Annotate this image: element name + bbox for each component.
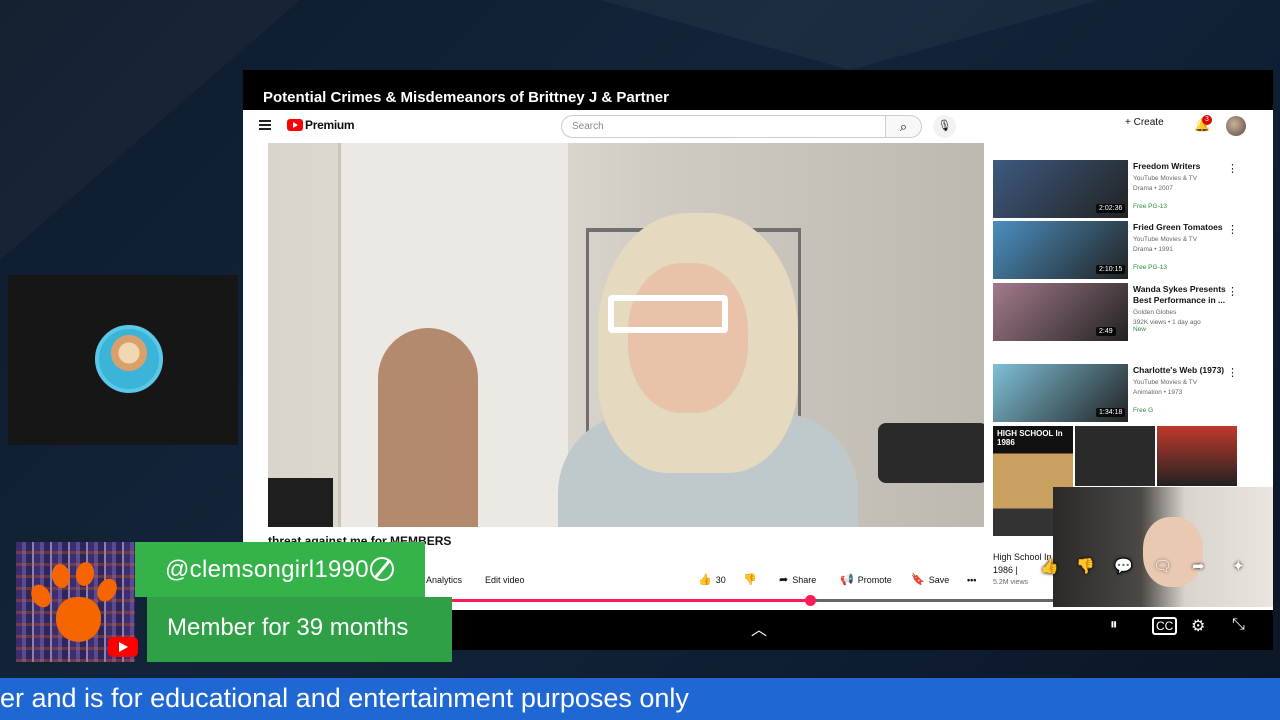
captions-icon[interactable]: CC (1152, 617, 1178, 635)
video-duration: 2:49 (1096, 327, 1116, 336)
background-shape (600, 0, 1100, 70)
like-button[interactable]: 👍 30 (698, 571, 726, 589)
window-title: Potential Crimes & Misdemeanors of Britt… (263, 89, 669, 106)
recommendation-meta: Drama • 1991 (1133, 246, 1173, 253)
profile-avatar[interactable] (1226, 116, 1246, 136)
more-options-icon[interactable]: ⋮ (1227, 223, 1238, 236)
dislike-button[interactable]: 👎 (743, 571, 761, 589)
highschool-thumb-label: HIGH SCHOOL In 1986 (997, 429, 1063, 447)
thumbs-up-icon: 👍 (698, 574, 712, 586)
comment-icon[interactable]: 💬 (1114, 557, 1133, 575)
ticker-bar: er and is for educational and entertainm… (0, 678, 1280, 720)
thumbs-down-icon: 👎 (743, 574, 757, 586)
member-duration: Member for 39 months (167, 614, 409, 641)
microphone-icon[interactable]: 🎙 (933, 115, 956, 138)
video-duration: 2:02:36 (1096, 204, 1126, 213)
paw-toe (27, 581, 55, 611)
settings-gear-icon[interactable]: ⚙ (1191, 616, 1205, 636)
promote-button[interactable]: 📢 Promote (840, 571, 892, 589)
bookmark-icon: 🔖 (911, 574, 925, 586)
search-input[interactable]: Search (561, 115, 886, 138)
ticker-text: er and is for educational and entertainm… (0, 683, 689, 713)
recommendation-channel: YouTube Movies & TV (1133, 236, 1198, 243)
sparkle-icon[interactable]: ✦ (1232, 557, 1245, 575)
youtube-logo-icon (108, 637, 138, 657)
member-username: @clemsongirl1990 (165, 556, 369, 583)
megaphone-icon: 📢 (840, 574, 854, 586)
more-options-icon[interactable]: ⋮ (1227, 285, 1238, 298)
video-duration: 1:34:18 (1096, 408, 1126, 417)
chat-toolbar: 👍 👎 💬 🗨 ➦ ✦ (1040, 557, 1273, 579)
webcam-overlay (1053, 487, 1273, 607)
recommendation-tags: Free G (1133, 407, 1154, 414)
chevron-up-icon[interactable]: ︿ (751, 616, 767, 640)
recommendation-channel: YouTube Movies & TV (1133, 175, 1198, 182)
recommendation-item[interactable]: 2:02:36 Freedom Writers YouTube Movies & T… (993, 160, 1263, 218)
streamer-avatar-panel (8, 275, 238, 445)
youtube-logo-text[interactable]: Premium (305, 118, 355, 132)
pause-icon[interactable]: ⏸ (1110, 616, 1118, 633)
more-options-icon[interactable]: ⋮ (1227, 366, 1238, 379)
recommendation-item[interactable]: 1:34:18 Charlotte's Web (1973) YouTube Mov… (993, 364, 1263, 422)
recommendation-title[interactable]: Charlotte's Web (1973) (1133, 365, 1233, 376)
highschool-views: 5.2M views (993, 579, 1029, 586)
thumbs-up-icon[interactable]: 👍 (1040, 557, 1059, 575)
prohibited-icon (370, 557, 394, 581)
paw-icon (56, 597, 101, 642)
video-player[interactable] (268, 143, 984, 527)
thumbs-down-icon[interactable]: 👎 (1076, 557, 1095, 575)
video-person-face (628, 263, 748, 413)
share-button[interactable]: ➦ Share (779, 571, 816, 589)
video-dark-object (268, 478, 333, 527)
recommendation-channel: YouTube Movies & TV (1133, 379, 1198, 386)
paw-toe (74, 560, 96, 588)
highschool-thumb-panel (1075, 426, 1155, 486)
more-actions-button[interactable]: ••• (967, 571, 976, 589)
save-label: Save (928, 575, 950, 585)
save-button[interactable]: 🔖 Save (911, 571, 949, 589)
recommendation-channel: Golden Globes (1133, 309, 1177, 316)
edit-video-button[interactable]: Edit video (485, 571, 525, 589)
notification-badge: 3 (1202, 115, 1212, 125)
video-couch (878, 423, 984, 483)
youtube-logo-icon[interactable] (287, 119, 303, 131)
video-arch (378, 328, 478, 527)
analytics-button[interactable]: Analytics (426, 571, 462, 589)
recommendation-title[interactable]: Freedom Writers (1133, 161, 1233, 172)
member-avatar (16, 542, 138, 662)
recommendation-title[interactable]: Wanda Sykes Presents Best Performance in… (1133, 284, 1233, 306)
recommendation-tags: New (1133, 326, 1147, 333)
promote-label: Promote (857, 575, 892, 585)
paw-toe (93, 575, 121, 605)
video-person-glasses (608, 295, 728, 333)
recommendation-title[interactable]: Fried Green Tomatoes (1133, 222, 1233, 233)
recommendation-meta: Drama • 2007 (1133, 185, 1173, 192)
like-count: 30 (715, 575, 726, 585)
chat-icon[interactable]: 🗨 (1153, 557, 1172, 575)
recommendation-tags: Free PG-13 (1133, 264, 1167, 271)
share-icon[interactable]: ➦ (1192, 557, 1205, 575)
exit-fullscreen-icon[interactable]: ⤡ (1232, 616, 1245, 634)
recommendation-item[interactable]: 2:49 Wanda Sykes Presents Best Performanc… (993, 283, 1263, 341)
highschool-thumb-panel (1157, 426, 1237, 486)
share-label: Share (792, 575, 817, 585)
more-options-icon[interactable]: ⋮ (1227, 162, 1238, 175)
streamer-avatar (95, 325, 163, 393)
recommendation-item[interactable]: 2:10:15 Fried Green Tomatoes YouTube Movie… (993, 221, 1263, 279)
progress-scrubber[interactable] (805, 595, 816, 606)
menu-icon[interactable] (259, 120, 271, 130)
paw-toe (50, 562, 72, 590)
create-button[interactable]: + Create (1125, 117, 1164, 128)
recommendation-meta: Animation • 1973 (1133, 389, 1183, 396)
search-icon[interactable]: ⌕ (886, 115, 922, 138)
recommendation-tags: Free PG-13 (1133, 203, 1167, 210)
video-duration: 2:10:15 (1096, 265, 1126, 274)
share-icon: ➦ (779, 574, 789, 586)
